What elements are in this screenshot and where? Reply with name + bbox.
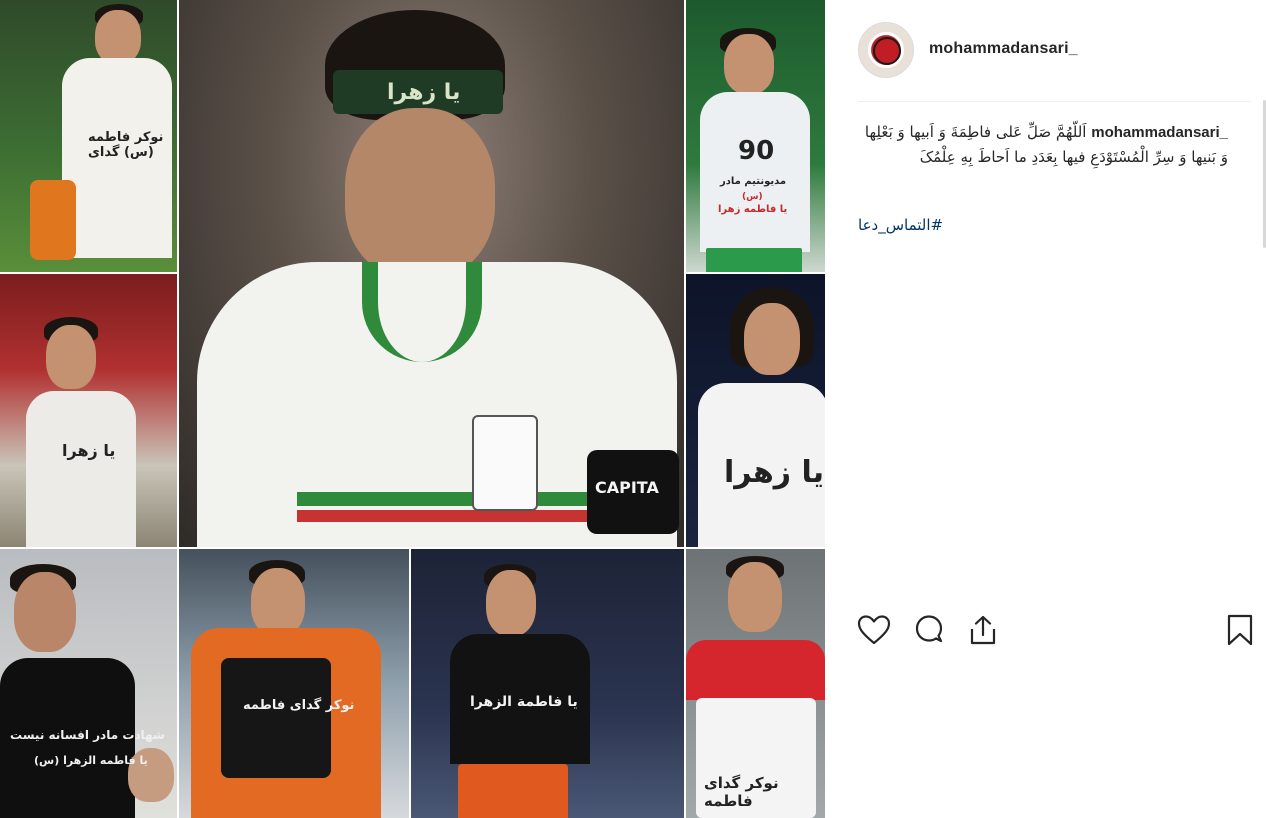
shirt-text: یا فاطمة الزهرا	[470, 694, 578, 710]
comment-bubble-icon	[912, 613, 946, 647]
like-button[interactable]	[856, 612, 892, 648]
shirt-text: مدیونتیم مادر	[720, 176, 787, 187]
avatar-logo-icon	[873, 37, 901, 65]
shirt-text: یا فاطمه زهرا	[718, 204, 788, 215]
action-bar	[856, 612, 1253, 652]
collage-tile-player-long-hair: یا زهرا	[686, 273, 825, 548]
share-upload-icon	[967, 613, 999, 647]
shirt-text: (س)	[742, 192, 763, 202]
share-button[interactable]	[965, 612, 1001, 648]
instagram-post: نوکر فاطمه (س) گدای یا زهرا شهادت مادر ا…	[0, 0, 1266, 818]
save-button[interactable]	[1222, 612, 1258, 648]
shirt-text: نوکر فاطمه (س) گدای	[88, 130, 164, 160]
shirt-text: شهادت مادر افسانه نیست	[10, 728, 165, 742]
collage-tile-player-thumbs-up: یا زهرا	[0, 273, 177, 548]
caption-comment: mohammadansari_ اَللّهُمَّ صَلِّ عَلی فا…	[858, 120, 1228, 170]
heart-icon	[857, 614, 891, 646]
shirt-text: یا فاطمه الزهرا (س)	[34, 754, 148, 767]
post-header: mohammadansari_	[825, 0, 1266, 100]
collage-tile-player-red-kit: نوکر گدای فاطمه	[686, 548, 825, 818]
shirt-number: 90	[738, 136, 775, 166]
post-sidebar: mohammadansari_ mohammadansari_ اَللّهُم…	[825, 0, 1266, 818]
username-link[interactable]: mohammadansari_	[929, 40, 1078, 58]
bookmark-icon	[1225, 613, 1255, 647]
avatar[interactable]	[858, 22, 914, 78]
headband-text: یا زهرا	[387, 80, 461, 105]
shirt-text: نوکر گدای فاطمه	[704, 774, 779, 810]
shirt-text: نوکر گدای فاطمه	[243, 698, 355, 713]
collage-tile-captain-portrait: یا زهرا CAPITA	[177, 0, 686, 548]
comment-button[interactable]	[911, 612, 947, 648]
collage-tile-player-number-90: 90 مدیونتیم مادر (س) یا فاطمه زهرا	[686, 0, 825, 273]
hashtag-link[interactable]: #التماس_دعا	[858, 216, 943, 234]
header-divider	[858, 101, 1251, 102]
caption-author-link[interactable]: mohammadansari_	[1091, 124, 1228, 141]
collage-tile-player-orange-kit: نوکر گدای فاطمه	[177, 548, 410, 818]
collage-tile-player-black-shirt: شهادت مادر افسانه نیست یا فاطمه الزهرا (…	[0, 548, 177, 818]
collage-tile-player-black-tee: یا فاطمة الزهرا	[410, 548, 686, 818]
post-image-collage[interactable]: نوکر فاطمه (س) گدای یا زهرا شهادت مادر ا…	[0, 0, 825, 818]
shirt-text: یا زهرا	[62, 441, 116, 460]
armband-text: CAPITA	[595, 478, 659, 497]
shirt-text: یا زهرا	[724, 455, 824, 490]
collage-tile-player-white-vest: نوکر فاطمه (س) گدای	[0, 0, 177, 273]
